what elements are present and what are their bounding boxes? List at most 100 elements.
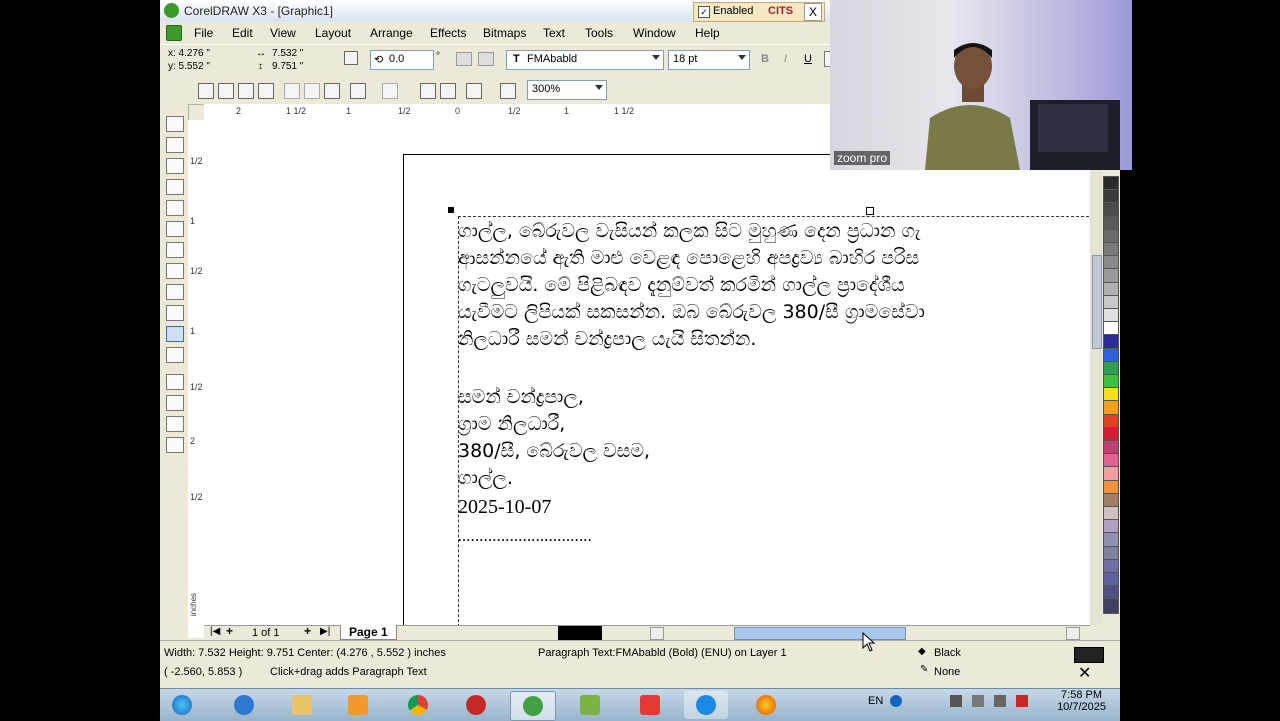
menu-text[interactable]: Text — [543, 26, 565, 40]
scroll-left-icon[interactable] — [650, 627, 664, 640]
bold-button[interactable]: B — [761, 53, 769, 65]
add-page-after-icon[interactable]: + — [304, 624, 311, 638]
app-launcher-icon[interactable] — [466, 83, 482, 99]
enabled-checkbox[interactable]: ✓ — [698, 6, 710, 18]
taskbar-zoom[interactable] — [684, 691, 728, 719]
ruler-label: 1/2 — [190, 382, 203, 392]
paste-icon[interactable] — [324, 83, 340, 99]
help-icon[interactable] — [890, 695, 902, 707]
taskbar-android[interactable] — [568, 691, 612, 719]
drawing-canvas[interactable]: ගාල්ල, බේරුවල වැසියන් කලක සිට මුහුණ දෙන … — [204, 120, 1090, 625]
scroll-right-icon[interactable] — [1066, 627, 1080, 640]
start-button[interactable] — [164, 691, 204, 719]
crop-tool-icon[interactable] — [166, 158, 184, 174]
clock-time: 7:58 PM — [1061, 689, 1103, 701]
shape-tool-icon[interactable] — [166, 137, 184, 153]
save-icon[interactable] — [238, 83, 254, 99]
mirror-v-icon[interactable] — [478, 52, 494, 66]
ellipse-tool-icon[interactable] — [166, 263, 184, 279]
font-list[interactable]: T FMAbabld — [506, 50, 664, 70]
open-icon[interactable] — [218, 83, 234, 99]
network-icon[interactable] — [950, 695, 962, 707]
system-clock[interactable]: 7:58 PM 10/7/2025 — [1057, 689, 1106, 713]
import-icon[interactable] — [420, 83, 436, 99]
text-tool-icon[interactable] — [166, 326, 184, 342]
action-center-icon[interactable] — [1016, 695, 1028, 707]
export-icon[interactable] — [440, 83, 456, 99]
x-position[interactable]: x: 4.276 " — [168, 48, 210, 59]
redo-icon[interactable] — [382, 83, 398, 99]
menu-tools[interactable]: Tools — [585, 26, 613, 40]
menu-view[interactable]: View — [270, 26, 296, 40]
last-page-icon[interactable]: ▶| — [320, 626, 330, 637]
zoom-tool-icon[interactable] — [166, 179, 184, 195]
language-indicator[interactable]: EN — [868, 695, 883, 707]
taskbar-chrome[interactable] — [396, 691, 440, 719]
selection-handle[interactable] — [448, 207, 454, 213]
copy-icon[interactable] — [304, 83, 320, 99]
interactive-fill-tool-icon[interactable] — [166, 437, 184, 453]
add-page-icon[interactable]: + — [226, 624, 233, 638]
underline-button[interactable]: U — [804, 53, 812, 65]
menu-effects[interactable]: Effects — [430, 26, 466, 40]
page-tab[interactable]: Page 1 — [340, 625, 397, 640]
new-icon[interactable] — [198, 83, 214, 99]
object-height[interactable]: 9.751 " — [272, 61, 303, 72]
menu-layout[interactable]: Layout — [315, 26, 351, 40]
wifi-icon[interactable] — [994, 695, 1006, 707]
menu-arrange[interactable]: Arrange — [370, 26, 413, 40]
cut-icon[interactable] — [284, 83, 300, 99]
ruler-label: 2 — [236, 106, 242, 116]
mirror-h-icon[interactable] — [456, 52, 472, 66]
first-page-icon[interactable]: |◀ — [210, 626, 220, 637]
lock-ratio-icon[interactable] — [344, 51, 358, 65]
menu-bitmaps[interactable]: Bitmaps — [483, 26, 526, 40]
object-width[interactable]: 7.532 " — [272, 48, 303, 59]
taskbar-coreldraw[interactable] — [510, 691, 556, 721]
volume-icon[interactable] — [972, 695, 984, 707]
vertical-scrollbar[interactable] — [1090, 170, 1102, 625]
fill-swatch[interactable] — [1074, 647, 1104, 663]
taskbar-magnet-app[interactable] — [454, 691, 498, 719]
polygon-tool-icon[interactable] — [166, 284, 184, 300]
menu-help[interactable]: Help — [695, 26, 720, 40]
outline-tool-icon[interactable] — [166, 395, 184, 411]
basic-shapes-tool-icon[interactable] — [166, 305, 184, 321]
paragraph-line: ගැටලුවයි. මේ පිළිබඳව දැනුම්වත් කරමින් ගා… — [458, 274, 905, 296]
eyedropper-tool-icon[interactable] — [166, 374, 184, 390]
horizontal-ruler[interactable]: 2 1 1/2 1 1/2 0 1/2 1 1 1/2 — [204, 104, 870, 121]
folder-icon — [292, 695, 312, 715]
horizontal-scroll-thumb[interactable] — [734, 627, 906, 640]
font-size-list[interactable]: 18 pt — [668, 50, 750, 70]
taskbar-media[interactable] — [336, 691, 380, 719]
coreldraw-app-icon — [164, 3, 179, 18]
y-position[interactable]: y: 5.552 " — [168, 61, 210, 72]
no-outline-icon[interactable]: ✕ — [1078, 663, 1091, 683]
smart-fill-tool-icon[interactable] — [166, 221, 184, 237]
vertical-scroll-thumb[interactable] — [1092, 255, 1102, 349]
menu-window[interactable]: Window — [633, 26, 676, 40]
palette-swatch[interactable] — [1103, 598, 1119, 615]
selection-handle[interactable] — [866, 207, 874, 215]
accessibility-enabled-toggle[interactable]: ✓ Enabled CITS X — [693, 2, 825, 22]
zoom-level-list[interactable]: 300% — [527, 80, 607, 100]
taskbar-ie[interactable] — [222, 691, 266, 719]
print-icon[interactable] — [258, 83, 274, 99]
italic-button[interactable]: I — [784, 53, 787, 65]
pick-tool-icon[interactable] — [166, 116, 184, 132]
fill-tool-icon[interactable] — [166, 416, 184, 432]
menu-file[interactable]: File — [194, 26, 213, 40]
close-button[interactable]: X — [804, 3, 822, 21]
corel-online-icon[interactable] — [500, 83, 516, 99]
taskbar-wps[interactable] — [628, 691, 672, 719]
taskbar-firefox[interactable] — [744, 691, 788, 719]
menu-edit[interactable]: Edit — [232, 26, 253, 40]
undo-icon[interactable] — [350, 83, 366, 99]
rotation-field[interactable]: ⟲ 0.0 — [370, 50, 434, 70]
rectangle-tool-icon[interactable] — [166, 242, 184, 258]
vertical-ruler[interactable]: 1/2 1 1/2 1 1/2 2 1/2 inches — [188, 120, 205, 638]
interactive-blend-tool-icon[interactable] — [166, 347, 184, 363]
freehand-tool-icon[interactable] — [166, 200, 184, 216]
taskbar-explorer[interactable] — [280, 691, 324, 719]
wps-office-icon — [640, 695, 660, 715]
